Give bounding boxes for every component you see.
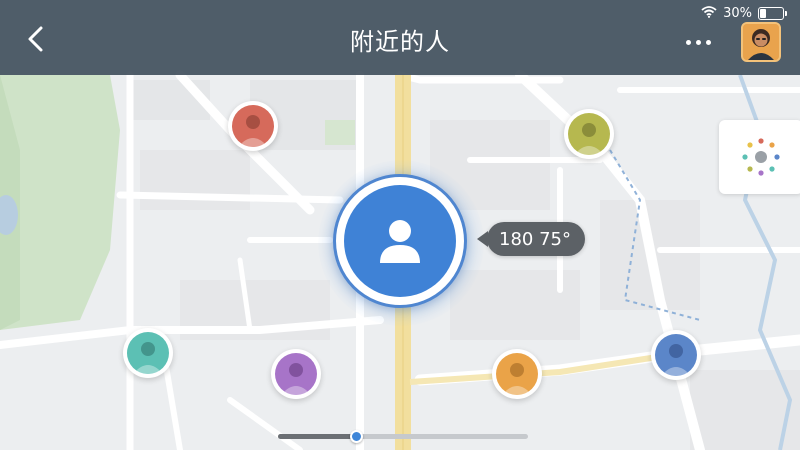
my-location-marker[interactable] [333,174,467,308]
nearby-person-orange[interactable] [492,349,542,399]
person-avatar-icon [655,334,697,376]
self-avatar [344,185,456,297]
range-slider[interactable] [278,430,528,443]
person-avatar-icon [127,332,169,374]
battery-percent: 30% [723,5,752,21]
nearby-person-purple[interactable] [271,349,321,399]
nearby-person-red[interactable] [228,101,278,151]
slider-thumb[interactable] [349,430,363,443]
nearby-person-olive[interactable] [564,109,614,159]
battery-level [760,8,767,18]
person-icon [380,220,420,263]
nearby-person-blue[interactable] [651,330,701,380]
avatar-portrait-icon [743,24,779,60]
slider-fill [278,434,356,439]
profile-avatar[interactable] [741,22,781,62]
person-avatar-icon [232,105,274,147]
person-avatar-icon [568,113,610,155]
wifi-icon [701,5,717,22]
more-button[interactable] [680,30,716,54]
person-avatar-icon [275,353,317,395]
person-avatar-icon [496,353,538,395]
more-dots-icon [685,39,691,45]
nearby-person-teal[interactable] [123,328,173,378]
top-bar: 30% 附近的人 [0,0,800,75]
battery-icon [758,6,787,20]
nearby-radar-button[interactable] [719,120,800,194]
people-radar-icon [742,138,780,176]
location-info-bubble: 180 75° [477,222,585,256]
status-bar: 30% [701,4,787,22]
